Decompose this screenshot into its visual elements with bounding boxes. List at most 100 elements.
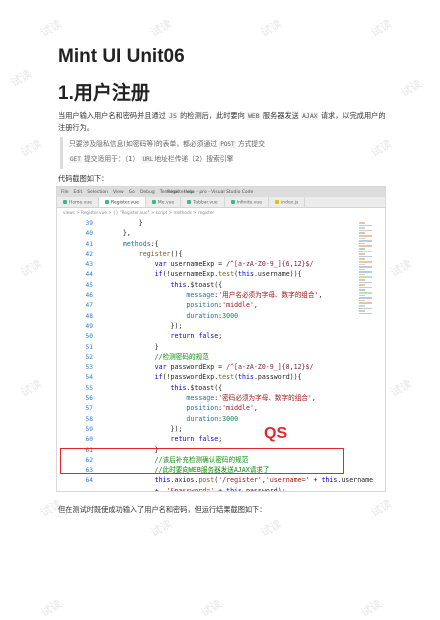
menu-item-edit[interactable]: Edit <box>74 190 83 195</box>
watermark-text: 试读 <box>18 377 45 400</box>
minimap-line <box>359 247 365 250</box>
tab-home-vue[interactable]: Home.vue <box>57 197 100 207</box>
code-line: 48 duration:3000 <box>57 311 357 321</box>
menu-item-debug[interactable]: Debug <box>140 190 155 195</box>
quote-line-post: 只要涉及隐私信息(如密码等)的表单，都必须通过 POST 方式提交 <box>69 140 266 148</box>
editor-window-title: Register.vue - pro - Visual Studio Code <box>167 189 254 195</box>
code-caption: 代码截图如下： <box>58 174 109 183</box>
tab-infinite-vue[interactable]: Infinite.vue <box>225 197 269 207</box>
code-line: 40 }, <box>57 228 357 238</box>
watermark-text: 试读 <box>148 17 175 40</box>
minimap-line <box>359 310 365 312</box>
code-line: 58 duration:3000 <box>57 414 357 424</box>
watermark-text: 试读 <box>368 497 395 520</box>
watermark-text: 试读 <box>388 377 415 400</box>
code-text: duration:3000 <box>186 311 239 320</box>
watermark-text: 试读 <box>148 517 175 540</box>
code-line: 46 message:'用户名必须为字母、数字的组合', <box>57 290 357 300</box>
menu-item-file[interactable]: File <box>61 190 69 195</box>
code-line: 39 } <box>57 218 357 228</box>
minimap-line <box>359 302 372 304</box>
code-text: this.axios.post('/register','username=' … <box>154 476 374 485</box>
tab-tabbar-vue[interactable]: Tabbar.vue <box>181 197 225 207</box>
inline-code-post: POST <box>219 141 236 148</box>
tab-me-vue[interactable]: Me.vue <box>146 197 182 207</box>
minimap-line <box>359 294 365 297</box>
code-line: 42 register(){ <box>57 249 357 259</box>
code-screenshot: File Edit Selection View Go Debug Terminal Help… <box>56 186 386 492</box>
code-text: if(!passwordExp.test(this.password)){ <box>154 373 302 382</box>
watermark-text: 试读 <box>398 77 425 100</box>
annotation-label: QS <box>264 425 288 442</box>
watermark-text: 试读 <box>368 17 395 40</box>
minimap-line <box>359 253 365 255</box>
code-text: duration:3000 <box>186 414 239 423</box>
intro-paragraph: 当用户输入用户名和密码并且通过 JS 的检测后，此时要向 WEB 服务器发送 A… <box>58 111 386 132</box>
minimap-line <box>359 273 365 276</box>
code-line: 57 position:'middle', <box>57 403 357 413</box>
vue-file-icon <box>151 200 156 204</box>
minimap-line <box>359 234 372 237</box>
code-line: 56 message:'密码必须为字母、数字的组合', <box>57 393 357 403</box>
code-text: return false; <box>170 332 223 341</box>
document-title: Mint UI Unit06 <box>58 46 185 67</box>
minimap-line <box>359 276 372 279</box>
code-line: 53 var passwordExp = /^[a-zA-Z0-9_]{8,12… <box>57 362 357 372</box>
minimap-line <box>359 242 365 245</box>
js-file-icon <box>275 200 279 204</box>
minimap-line <box>359 250 372 253</box>
code-text: var usernameExp = /^[a-zA-Z0-9_]{6,12}$/ <box>154 260 314 269</box>
minimap-line <box>359 222 365 224</box>
minimap-line <box>359 307 372 310</box>
minimap-line <box>359 237 365 240</box>
tab-label: Register.vue <box>111 200 139 206</box>
minimap-line <box>359 284 365 286</box>
editor-tabs: Home.vue Register.vue Me.vue Tabbar.vue Infi… <box>57 197 385 208</box>
code-line: 60 return false; <box>57 434 357 444</box>
menu-item-selection[interactable]: Selection <box>87 190 108 195</box>
vue-file-icon <box>187 200 192 204</box>
quote-line-get: GET 提交适用于：（1） URL地址栏传递（2）搜索引擎 <box>69 155 234 163</box>
minimap-line <box>359 255 372 258</box>
vue-file-icon <box>63 200 67 204</box>
minimap-line <box>359 271 372 273</box>
watermark-text: 试读 <box>388 257 415 280</box>
minimap-line <box>359 297 372 299</box>
code-line: 44 if(!usernameExp.test(this.username)){ <box>57 269 357 279</box>
minimap-line <box>359 286 372 289</box>
code-text: }, <box>107 229 131 238</box>
minimap-line <box>359 263 365 266</box>
watermark-text: 试读 <box>18 137 45 160</box>
code-text: + '&password=' + this.password); <box>107 486 286 492</box>
code-line: 41 methods:{ <box>57 239 357 249</box>
watermark-text: 试读 <box>8 67 35 90</box>
tab-register-vue[interactable]: Register.vue <box>99 197 146 207</box>
minimap-line <box>359 258 365 260</box>
section-heading: 1.用户注册 <box>58 83 150 104</box>
code-line: 59 }); <box>57 424 357 434</box>
highlight-box <box>60 448 344 474</box>
tab-label: Home.vue <box>69 200 93 206</box>
watermark-text: 试读 <box>258 17 285 40</box>
inline-code-ajax: AJAX <box>301 112 319 120</box>
inline-code-web: WEB <box>247 112 261 120</box>
minimap-line <box>359 279 365 281</box>
code-line: 50 return false; <box>57 331 357 341</box>
tab-label: Infinite.vue <box>236 200 262 206</box>
code-text: return false; <box>170 435 223 444</box>
code-text: }); <box>107 424 183 433</box>
minimap-line <box>359 266 372 268</box>
tab-label: Tabbar.vue <box>193 200 218 206</box>
minimap-line <box>359 312 372 315</box>
minimap-line <box>359 227 365 229</box>
vue-file-icon <box>230 200 235 204</box>
tab-index-js[interactable]: index.js <box>269 197 306 207</box>
code-text: this.$toast({ <box>170 383 223 392</box>
editor-breadcrumb: views > Register.vue > {} "Register.vue"… <box>63 210 215 215</box>
code-text: position:'middle', <box>186 404 258 413</box>
watermark-text: 试读 <box>358 597 385 620</box>
menu-item-view[interactable]: View <box>113 190 124 195</box>
menu-item-go[interactable]: Go <box>129 190 135 195</box>
minimap-line <box>359 305 365 307</box>
inline-code-js: JS <box>168 112 178 120</box>
